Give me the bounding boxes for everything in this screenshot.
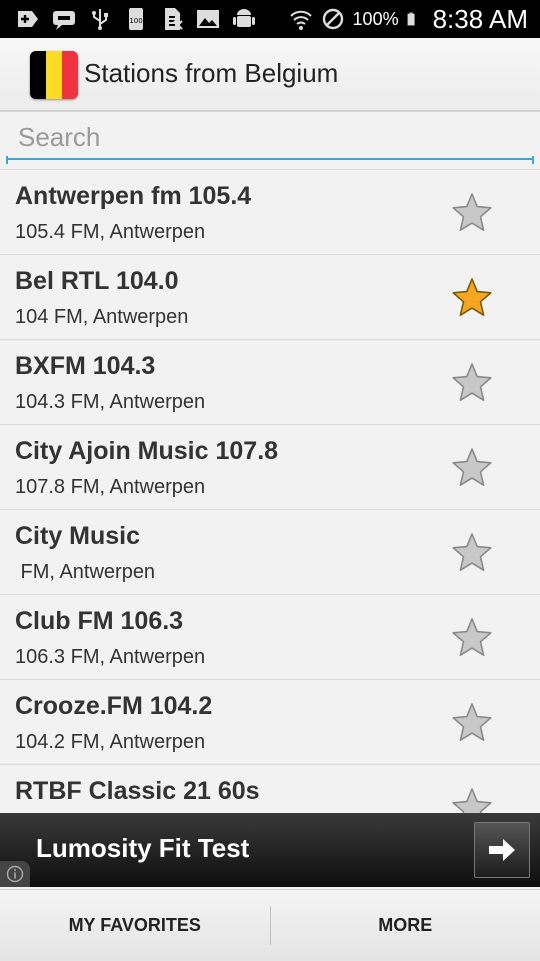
station-meta: 105.4 FM, Antwerpen <box>15 221 205 244</box>
station-name: City Ajoin Music 107.8 <box>15 437 278 466</box>
favorite-star-icon[interactable] <box>450 786 494 813</box>
wifi-icon <box>289 7 313 31</box>
usb-icon <box>88 7 112 31</box>
station-row[interactable]: RTBF Classic 21 60s <box>0 765 540 813</box>
android-debug-icon <box>232 7 256 31</box>
bottom-bar: MY FAVORITES MORE <box>0 889 540 961</box>
my-favorites-button[interactable]: MY FAVORITES <box>0 890 270 961</box>
station-name: Crooze.FM 104.2 <box>15 692 212 721</box>
arrow-right-icon <box>487 837 517 863</box>
station-row[interactable]: City Ajoin Music 107.8 107.8 FM, Antwerp… <box>0 425 540 510</box>
station-meta: 104 FM, Antwerpen <box>15 306 188 329</box>
battery-icon <box>407 7 421 31</box>
station-row[interactable]: BXFM 104.3 104.3 FM, Antwerpen <box>0 340 540 425</box>
ad-banner[interactable]: Lumosity Fit Test <box>0 813 540 887</box>
favorite-star-icon[interactable] <box>450 531 494 575</box>
station-name: RTBF Classic 21 60s <box>15 777 260 806</box>
station-name: BXFM 104.3 <box>15 352 155 381</box>
status-bar: 100 100% 8:38 AM <box>0 0 540 38</box>
station-name: City Music <box>15 522 140 551</box>
station-meta: FM, Antwerpen <box>15 561 155 584</box>
station-row[interactable]: Crooze.FM 104.2 104.2 FM, Antwerpen <box>0 680 540 765</box>
storage-100-icon: 100 <box>124 7 148 31</box>
favorite-star-icon-filled[interactable] <box>450 276 494 320</box>
station-meta: 107.8 FM, Antwerpen <box>15 476 205 499</box>
station-meta: 106.3 FM, Antwerpen <box>15 646 205 669</box>
ad-text: Lumosity Fit Test <box>36 833 249 864</box>
image-icon <box>196 7 220 31</box>
station-meta: 104.3 FM, Antwerpen <box>15 391 205 414</box>
clock: 8:38 AM <box>433 4 528 35</box>
station-name: Antwerpen fm 105.4 <box>15 182 251 211</box>
favorite-star-icon[interactable] <box>450 701 494 745</box>
station-row[interactable]: Club FM 106.3 106.3 FM, Antwerpen <box>0 595 540 680</box>
station-list[interactable]: Antwerpen fm 105.4 105.4 FM, Antwerpen B… <box>0 169 540 813</box>
station-row[interactable]: City Music FM, Antwerpen <box>0 510 540 595</box>
station-name: Bel RTL 104.0 <box>15 267 179 296</box>
station-name: Club FM 106.3 <box>15 607 183 636</box>
info-icon[interactable] <box>0 861 30 887</box>
favorite-star-icon[interactable] <box>450 191 494 235</box>
chat-icon <box>52 7 76 31</box>
more-button[interactable]: MORE <box>271 890 540 961</box>
battery-percent: 100% <box>353 9 399 30</box>
notification-icons: 100 <box>16 7 256 31</box>
no-signal-icon <box>321 7 345 31</box>
add-icon <box>16 7 40 31</box>
belgium-flag-icon[interactable] <box>30 51 78 99</box>
favorite-star-icon[interactable] <box>450 446 494 490</box>
station-row[interactable]: Antwerpen fm 105.4 105.4 FM, Antwerpen <box>0 170 540 255</box>
search-input[interactable] <box>6 116 534 160</box>
ad-open-button[interactable] <box>474 822 530 878</box>
search-box <box>6 116 534 164</box>
favorite-star-icon[interactable] <box>450 616 494 660</box>
station-row[interactable]: Bel RTL 104.0 104 FM, Antwerpen <box>0 255 540 340</box>
favorite-star-icon[interactable] <box>450 361 494 405</box>
svg-text:100: 100 <box>129 17 142 25</box>
sim-icon <box>160 7 184 31</box>
station-meta: 104.2 FM, Antwerpen <box>15 731 205 754</box>
page-title: Stations from Belgium <box>84 58 338 89</box>
action-bar: Stations from Belgium <box>0 38 540 112</box>
